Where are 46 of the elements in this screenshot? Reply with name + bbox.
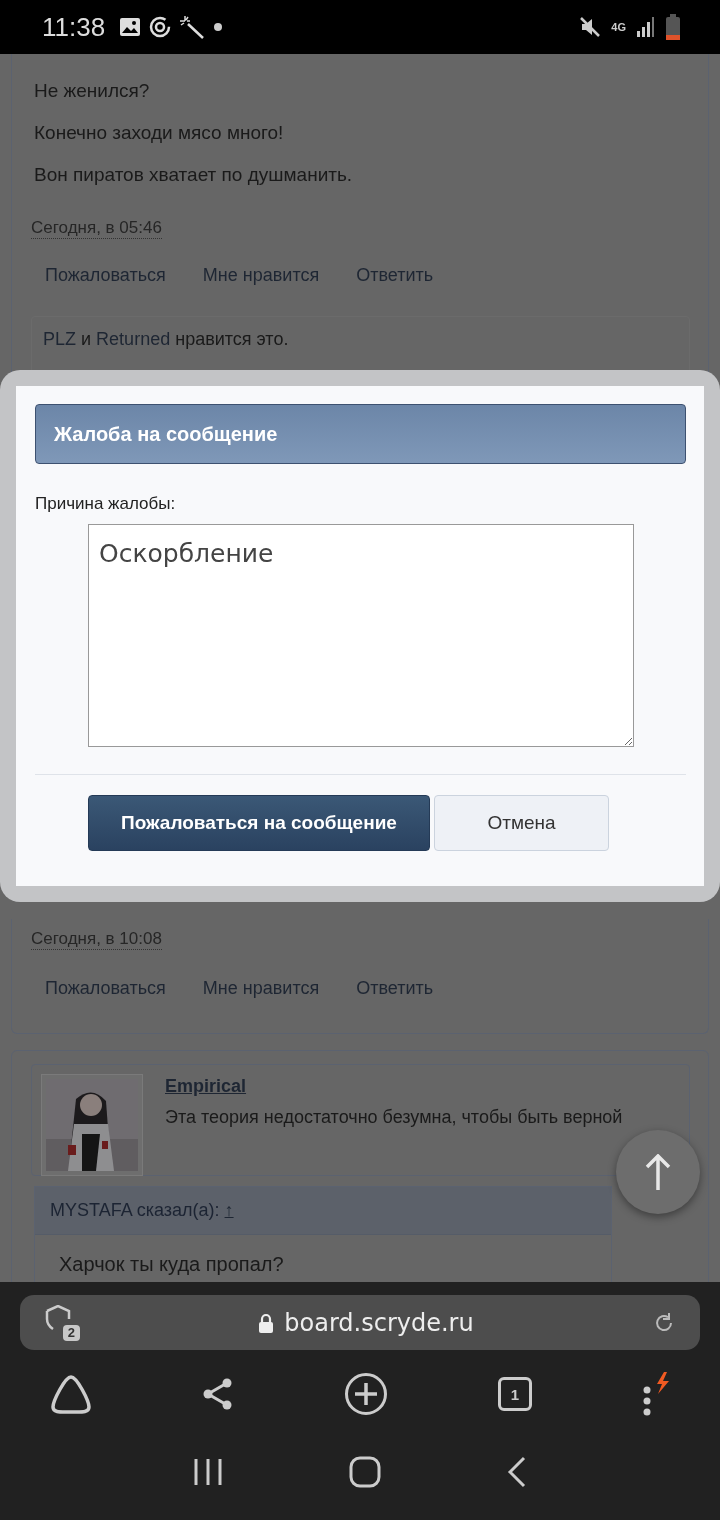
action-link[interactable]: Пожаловаться (45, 265, 166, 286)
magic-wand-icon (179, 15, 206, 39)
network-type: 4G (611, 21, 626, 33)
new-tab-button[interactable] (344, 1372, 388, 1416)
scroll-top-button[interactable] (616, 1130, 700, 1214)
quote-author: MYSTAFA сказал(а): (50, 1200, 220, 1220)
author-link[interactable]: Empirical (165, 1076, 623, 1097)
quote-text: Харчок ты куда пропал? (35, 1235, 611, 1282)
tabs-button[interactable]: 1 (498, 1377, 532, 1411)
action-link[interactable]: Мне нравится (202, 978, 320, 999)
up-arrow-icon (645, 1154, 671, 1190)
post-text: Не женился? (34, 79, 151, 103)
field-label: Причина жалобы: (35, 494, 177, 514)
clock: 11:38 (42, 11, 106, 43)
post-text: Конечно заходи мясо много! (34, 121, 285, 145)
battery-icon (666, 14, 680, 40)
image-icon (119, 17, 142, 37)
action-link[interactable]: Ответить (356, 978, 434, 999)
signal-icon (636, 16, 656, 38)
action-link[interactable]: Ответить (356, 265, 434, 286)
menu-button[interactable] (642, 1372, 672, 1416)
action-link[interactable]: Пожаловаться (45, 978, 166, 999)
recents-button[interactable] (193, 1457, 223, 1487)
post-date[interactable]: Сегодня, в 10:08 (31, 929, 162, 950)
user-signature: Эта теория недостаточно безумна, чтобы быть верной (165, 1107, 623, 1128)
cancel-button[interactable]: Отмена (434, 795, 609, 851)
lock-icon (258, 1312, 275, 1333)
assistant-button[interactable] (50, 1374, 92, 1414)
url-text: board.scryde.ru (284, 1308, 474, 1337)
muted-icon (579, 16, 602, 38)
jump-link[interactable]: ↑ (224, 1200, 234, 1220)
user-link[interactable]: Returned (96, 329, 171, 349)
sync-icon (149, 16, 172, 38)
user-link[interactable]: PLZ (43, 329, 76, 349)
home-button[interactable] (349, 1456, 381, 1488)
post-date[interactable]: Сегодня, в 05:46 (31, 218, 162, 239)
share-button[interactable] (202, 1377, 234, 1411)
back-button[interactable] (507, 1456, 527, 1488)
dialog-title: Жалоба на сообщение (35, 404, 686, 464)
action-link[interactable]: Мне нравится (202, 265, 320, 286)
address-bar[interactable]: 2 board.scryde.ru (20, 1295, 700, 1350)
post-text: Вон пиратов хватает по душманить. (34, 163, 354, 187)
dot-icon (213, 22, 224, 32)
report-button[interactable]: Пожаловаться на сообщение (88, 795, 430, 851)
reason-field[interactable]: Оскорбление (88, 524, 634, 747)
tracker-button[interactable]: 2 (44, 1304, 80, 1341)
